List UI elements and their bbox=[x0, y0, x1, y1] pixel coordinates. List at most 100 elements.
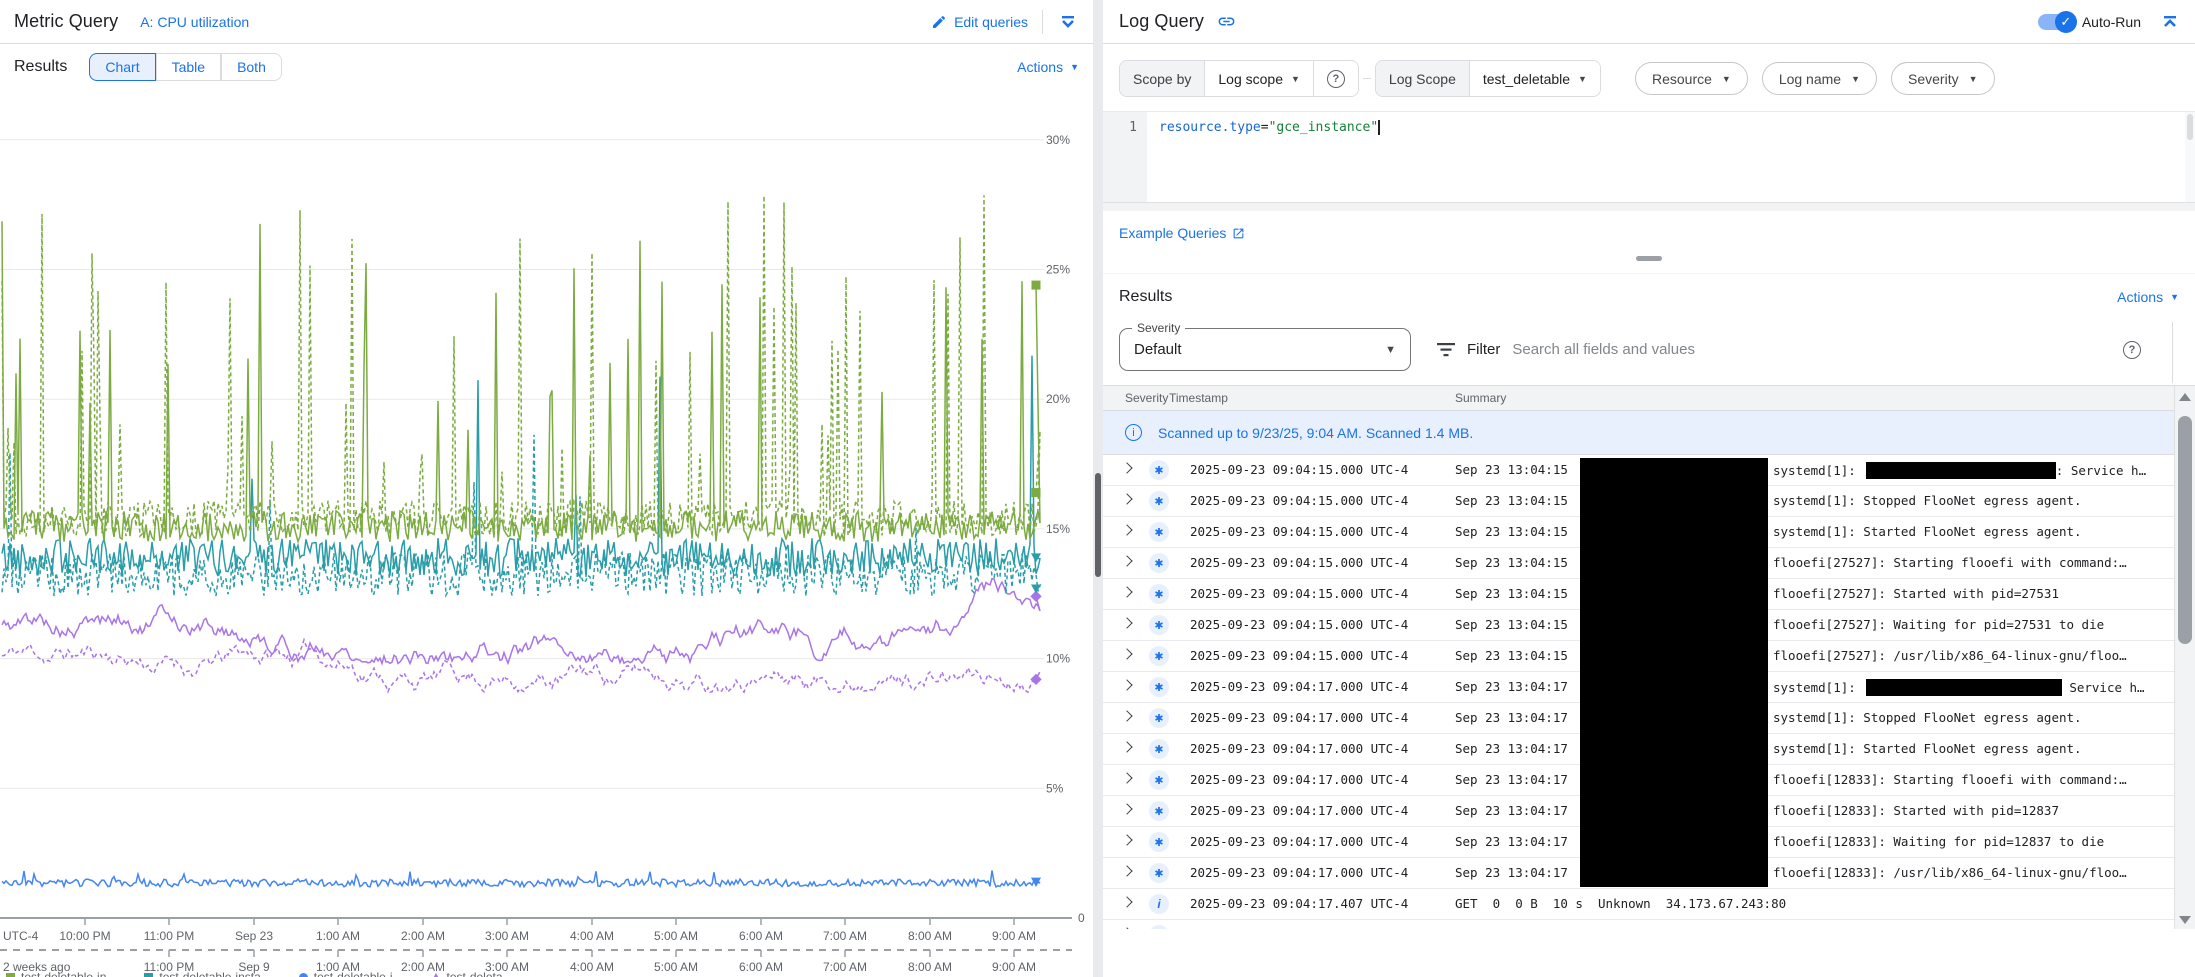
log-timestamp: 2025-09-23 09:04:17.000 UTC-4 bbox=[1190, 834, 1408, 849]
svg-text:10%: 10% bbox=[1046, 652, 1070, 666]
scope-help-icon[interactable]: ? bbox=[1313, 61, 1358, 96]
log-row[interactable]: i bbox=[1103, 920, 2195, 929]
redaction-block bbox=[1580, 458, 1768, 887]
severity-icon: ✱ bbox=[1149, 646, 1169, 666]
code-operator: = bbox=[1261, 120, 1269, 135]
log-table-scrollbar[interactable] bbox=[2174, 386, 2195, 929]
collapse-panel-down-icon[interactable] bbox=[1057, 11, 1079, 33]
expand-chevron-icon[interactable] bbox=[1121, 586, 1132, 597]
svg-text:10:00 PM: 10:00 PM bbox=[59, 929, 110, 943]
legend-item[interactable]: test-deleta… bbox=[431, 970, 515, 977]
cpu-utilization-chart[interactable]: 30%25%20%15%10%5%0UTC-410:00 PM11:00 PMS… bbox=[0, 90, 1093, 977]
svg-text:15%: 15% bbox=[1046, 522, 1070, 536]
svg-text:6:00 AM: 6:00 AM bbox=[739, 929, 783, 943]
svg-text:5%: 5% bbox=[1046, 781, 1064, 795]
log-syslog-time: Sep 23 13:04:15 bbox=[1455, 462, 1568, 477]
filter-placeholder: Search all fields and values bbox=[1512, 341, 2111, 358]
severity-select-value: Default bbox=[1134, 341, 1385, 358]
log-syslog-time: Sep 23 13:04:17 bbox=[1455, 834, 1568, 849]
severity-icon: ✱ bbox=[1149, 770, 1169, 790]
info-icon: i bbox=[1125, 424, 1142, 441]
log-scope-dropdown[interactable]: test_deletable ▼ bbox=[1470, 61, 1600, 96]
metric-actions-dropdown[interactable]: Actions ▼ bbox=[1017, 59, 1079, 75]
auto-run-toggle[interactable]: ✓ bbox=[2038, 14, 2074, 30]
log-search-field[interactable]: Filter Search all fields and values ? bbox=[1437, 341, 2181, 359]
collapse-panel-up-icon[interactable] bbox=[2159, 11, 2181, 33]
expand-chevron-icon[interactable] bbox=[1121, 865, 1132, 876]
svg-text:UTC-4: UTC-4 bbox=[3, 929, 39, 943]
panel-splitter[interactable] bbox=[1093, 0, 1103, 977]
metric-query-a-link[interactable]: A: CPU utilization bbox=[140, 14, 249, 30]
expand-chevron-icon[interactable] bbox=[1121, 679, 1132, 690]
metric-actions-label: Actions bbox=[1017, 59, 1063, 75]
expand-chevron-icon[interactable] bbox=[1121, 927, 1132, 929]
svg-text:4:00 AM: 4:00 AM bbox=[570, 929, 614, 943]
expand-chevron-icon[interactable] bbox=[1121, 803, 1132, 814]
inline-redaction bbox=[1866, 462, 2056, 479]
editor-scrollbar[interactable] bbox=[2185, 112, 2195, 202]
log-message: flooefi[27527]: Starting flooefi with co… bbox=[1773, 555, 2127, 570]
tab-both[interactable]: Both bbox=[221, 53, 282, 81]
svg-text:8:00 AM: 8:00 AM bbox=[908, 960, 952, 974]
expand-chevron-icon[interactable] bbox=[1121, 772, 1132, 783]
severity-icon: ✱ bbox=[1149, 863, 1169, 883]
example-queries-link[interactable]: Example Queries bbox=[1119, 225, 1245, 241]
expand-chevron-icon[interactable] bbox=[1121, 555, 1132, 566]
expand-chevron-icon[interactable] bbox=[1121, 741, 1132, 752]
log-message: systemd[1]:: Service h… bbox=[1773, 462, 2146, 479]
expand-chevron-icon[interactable] bbox=[1121, 524, 1132, 535]
metric-results-toolbar: Results Chart Table Both Actions ▼ bbox=[0, 44, 1093, 90]
log-timestamp: 2025-09-23 09:04:17.000 UTC-4 bbox=[1190, 865, 1408, 880]
expand-chevron-icon[interactable] bbox=[1121, 493, 1132, 504]
legend-item[interactable]: test-deletable-in… bbox=[6, 970, 118, 977]
scrollbar-thumb[interactable] bbox=[2178, 416, 2192, 644]
chart-canvas: 30%25%20%15%10%5%0UTC-410:00 PM11:00 PMS… bbox=[0, 90, 1093, 977]
log-syslog-time: Sep 23 13:04:17 bbox=[1455, 803, 1568, 818]
expand-chevron-icon[interactable] bbox=[1121, 648, 1132, 659]
resource-filter-pill[interactable]: Resource▼ bbox=[1635, 62, 1748, 95]
scroll-down-arrow-icon[interactable] bbox=[2179, 916, 2191, 924]
svg-text:30%: 30% bbox=[1046, 133, 1070, 147]
severity-icon: ✱ bbox=[1149, 460, 1169, 480]
tab-table[interactable]: Table bbox=[156, 53, 221, 81]
legend-label: test-deletable-insta… bbox=[159, 970, 272, 977]
splitter-grip[interactable] bbox=[1095, 473, 1101, 577]
log-timestamp: 2025-09-23 09:04:17.000 UTC-4 bbox=[1190, 803, 1408, 818]
expand-chevron-icon[interactable] bbox=[1121, 896, 1132, 907]
expand-chevron-icon[interactable] bbox=[1121, 834, 1132, 845]
scroll-up-arrow-icon[interactable] bbox=[2179, 393, 2191, 401]
link-icon[interactable] bbox=[1216, 11, 1238, 33]
scope-by-dropdown[interactable]: Log scope ▼ bbox=[1205, 61, 1313, 96]
log-timestamp: 2025-09-23 09:04:15.000 UTC-4 bbox=[1190, 586, 1408, 601]
filter-help-icon[interactable]: ? bbox=[2123, 341, 2141, 359]
log-name-filter-pill[interactable]: Log name▼ bbox=[1762, 62, 1877, 95]
resize-handle[interactable] bbox=[1636, 256, 1662, 261]
log-actions-label: Actions bbox=[2117, 289, 2163, 305]
log-syslog-time: Sep 23 13:04:17 bbox=[1455, 772, 1568, 787]
expand-chevron-icon[interactable] bbox=[1121, 617, 1132, 628]
log-rows-container: ✱ 2025-09-23 09:04:15.000 UTC-4 Sep 23 1… bbox=[1103, 455, 2195, 929]
severity-select[interactable]: Severity Default ▼ bbox=[1119, 328, 1411, 371]
controls-edge-divider bbox=[2172, 322, 2173, 383]
log-row[interactable]: i 2025-09-23 09:04:17.407 UTC-4 GET 0 0 … bbox=[1103, 889, 2195, 920]
edit-queries-button[interactable]: Edit queries bbox=[931, 14, 1028, 30]
chevron-down-icon: ▼ bbox=[1291, 74, 1300, 84]
legend-item[interactable]: test-deletable-i… bbox=[299, 970, 405, 977]
log-message: systemd[1]: Stopped FlooNet egress agent… bbox=[1773, 710, 2082, 725]
col-summary: Summary bbox=[1455, 391, 2195, 405]
tab-chart[interactable]: Chart bbox=[89, 53, 155, 81]
log-actions-dropdown[interactable]: Actions ▼ bbox=[2117, 289, 2179, 305]
legend-item[interactable]: test-deletable-insta… bbox=[144, 970, 272, 977]
legend-label: test-deletable-in… bbox=[21, 970, 118, 977]
svg-text:1:00 AM: 1:00 AM bbox=[316, 929, 360, 943]
severity-filter-pill[interactable]: Severity▼ bbox=[1891, 62, 1995, 95]
editor-code-line[interactable]: resource.type="gce_instance" bbox=[1147, 112, 2195, 202]
expand-chevron-icon[interactable] bbox=[1121, 710, 1132, 721]
severity-icon: ✱ bbox=[1149, 677, 1169, 697]
chevron-down-icon: ▼ bbox=[1578, 74, 1587, 84]
expand-chevron-icon[interactable] bbox=[1121, 462, 1132, 473]
severity-icon: ✱ bbox=[1149, 832, 1169, 852]
log-query-editor[interactable]: 1 resource.type="gce_instance" bbox=[1103, 111, 2195, 203]
severity-icon: ✱ bbox=[1149, 708, 1169, 728]
header-divider bbox=[1042, 10, 1043, 34]
